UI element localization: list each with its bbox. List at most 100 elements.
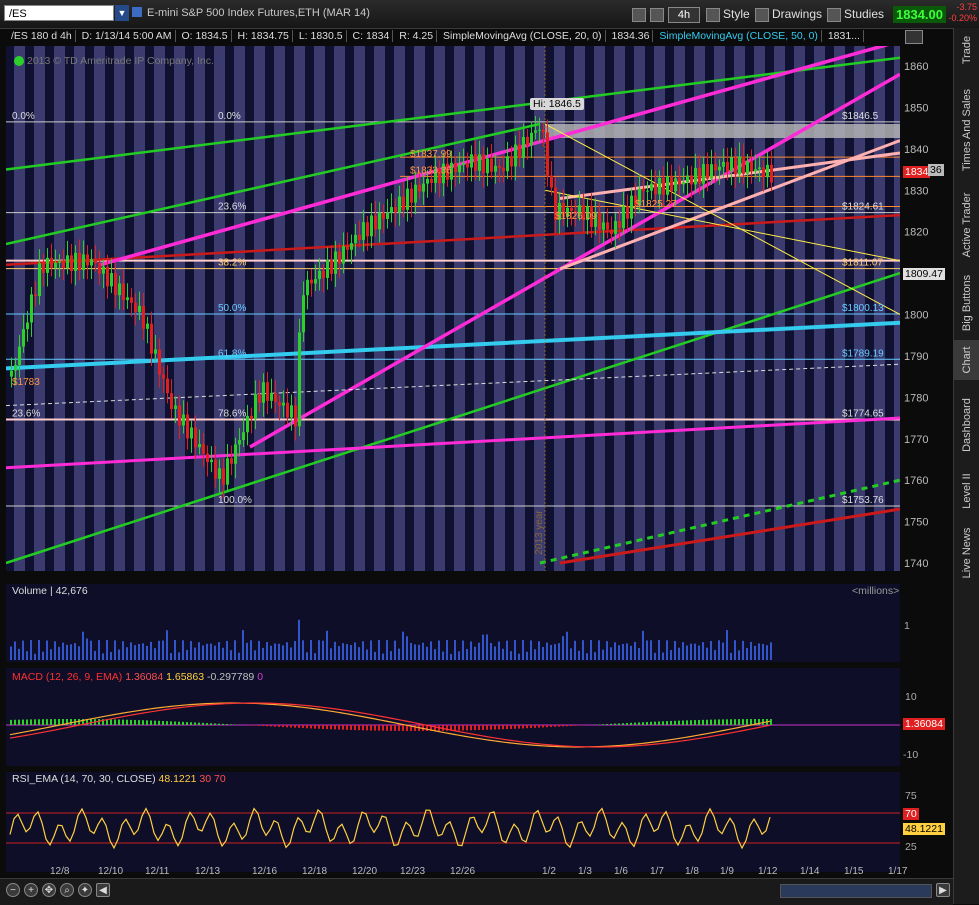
- candle-body: [26, 322, 29, 329]
- zoom-out-icon[interactable]: −: [6, 883, 20, 897]
- right-side-tabs: Trade Times And Sales Active Trader Big …: [953, 28, 979, 904]
- timeline-scrollbar[interactable]: [780, 884, 932, 898]
- macd-study-label[interactable]: MACD (12, 26, 9, EMA) 1.36084 1.65863 -0…: [12, 671, 263, 683]
- macd-histogram-bar: [602, 724, 604, 725]
- date-axis-label: 12/13: [195, 866, 220, 877]
- volume-bar: [518, 654, 520, 660]
- drag-icon[interactable]: ✦: [78, 883, 92, 897]
- candle-body: [358, 235, 361, 240]
- candle-body: [78, 253, 81, 270]
- volume-bar: [278, 644, 280, 660]
- top-toolbar: /ES ▼ E-mini S&P 500 Index Futures,ETH (…: [0, 0, 979, 29]
- macd-histogram-bar: [646, 722, 648, 725]
- pan-icon[interactable]: ✥: [42, 883, 56, 897]
- volume-bar: [574, 641, 576, 660]
- tab-times-and-sales[interactable]: Times And Sales: [954, 80, 979, 180]
- macd-histogram-bar: [42, 719, 44, 725]
- volume-bar: [510, 651, 512, 660]
- tab-big-buttons[interactable]: Big Buttons: [954, 268, 979, 338]
- price-axis-label: 1780: [904, 392, 928, 404]
- candle-body: [230, 458, 233, 463]
- volume-panel[interactable]: [6, 584, 900, 662]
- volume-bar: [606, 641, 608, 660]
- tab-trade[interactable]: Trade: [954, 28, 979, 72]
- macd-histogram-bar: [50, 719, 52, 725]
- tab-live-news[interactable]: Live News: [954, 522, 979, 584]
- macd-histogram-bar: [158, 721, 160, 725]
- wrench-button[interactable]: [650, 5, 667, 23]
- volume-study-label[interactable]: Volume | 42,676: [12, 585, 88, 597]
- volume-bar: [414, 644, 416, 660]
- tab-level-ii[interactable]: Level II: [954, 466, 979, 516]
- candle-body: [306, 280, 309, 295]
- drawings-menu[interactable]: Drawings: [755, 5, 822, 23]
- candle-body: [334, 252, 337, 274]
- symbol-dropdown-button[interactable]: ▼: [115, 5, 129, 21]
- volume-bar: [698, 646, 700, 660]
- macd-histogram-bar: [258, 725, 260, 726]
- candle-body: [738, 156, 741, 174]
- macd-histogram-bar: [294, 725, 296, 728]
- volume-bar: [714, 650, 716, 660]
- volume-bar: [286, 642, 288, 660]
- volume-bar: [134, 645, 136, 660]
- date-axis-label: 1/15: [844, 866, 864, 877]
- volume-bar: [478, 643, 480, 660]
- candle-body: [610, 230, 613, 234]
- date-axis-label: 12/20: [352, 866, 377, 877]
- volume-bar: [650, 640, 652, 660]
- candle-body: [202, 444, 205, 454]
- studies-menu[interactable]: Studies: [827, 5, 884, 23]
- macd-histogram-bar: [498, 725, 500, 729]
- info-icon[interactable]: [14, 56, 24, 66]
- macd-histogram-bar: [38, 719, 40, 725]
- candle-body: [730, 157, 733, 171]
- volume-bar: [194, 648, 196, 660]
- candle-body: [662, 178, 665, 195]
- candle-body: [214, 460, 217, 479]
- tab-chart[interactable]: Chart: [954, 340, 979, 380]
- candle-body: [130, 297, 133, 302]
- zoom-in-icon[interactable]: +: [24, 883, 38, 897]
- symbol-link-icon[interactable]: [132, 7, 142, 17]
- candle-body: [342, 246, 345, 263]
- rsi-study-label[interactable]: RSI_EMA (14, 70, 30, CLOSE) 48.1221 30 7…: [12, 773, 226, 785]
- scroll-right-icon[interactable]: ▶: [936, 883, 950, 897]
- candle-body: [222, 468, 225, 484]
- style-menu[interactable]: Style: [706, 5, 750, 23]
- candle-body: [314, 279, 317, 283]
- volume-bar: [426, 647, 428, 660]
- symbol-input[interactable]: /ES: [4, 5, 114, 21]
- magnifier-icon[interactable]: ⌕: [60, 883, 74, 897]
- date-axis-label: 12/8: [50, 866, 70, 877]
- candle-body: [626, 206, 629, 218]
- tab-active-trader[interactable]: Active Trader: [954, 186, 979, 264]
- volume-bar: [438, 640, 440, 660]
- volume-bar: [514, 640, 516, 660]
- candle-body: [270, 393, 273, 401]
- volume-bar: [402, 632, 404, 660]
- macd-histogram-bar: [730, 719, 732, 725]
- price-axis-label: 1860: [904, 61, 928, 73]
- candle-body: [678, 178, 681, 184]
- scroll-left-icon[interactable]: ◀: [96, 883, 110, 897]
- volume-bar: [82, 632, 84, 660]
- macd-histogram-bar: [390, 725, 392, 731]
- volume-bar: [726, 630, 728, 660]
- volume-bar: [242, 630, 244, 660]
- volume-bar: [10, 647, 12, 660]
- aggregation-selector[interactable]: 4h: [668, 7, 700, 23]
- volume-bar: [86, 638, 88, 660]
- volume-bar: [14, 642, 16, 660]
- price-chart[interactable]: 1860185018401830182018101800179017801770…: [0, 28, 953, 878]
- volume-bar: [162, 641, 164, 660]
- volume-bar: [290, 647, 292, 660]
- date-axis-label: 12/18: [302, 866, 327, 877]
- chart-settings-button[interactable]: [632, 5, 649, 23]
- macd-histogram-bar: [402, 725, 404, 731]
- volume-bar: [710, 641, 712, 660]
- candle-body: [38, 263, 41, 296]
- volume-bar: [358, 647, 360, 660]
- tab-dashboard[interactable]: Dashboard: [954, 390, 979, 460]
- candle-body: [378, 213, 381, 230]
